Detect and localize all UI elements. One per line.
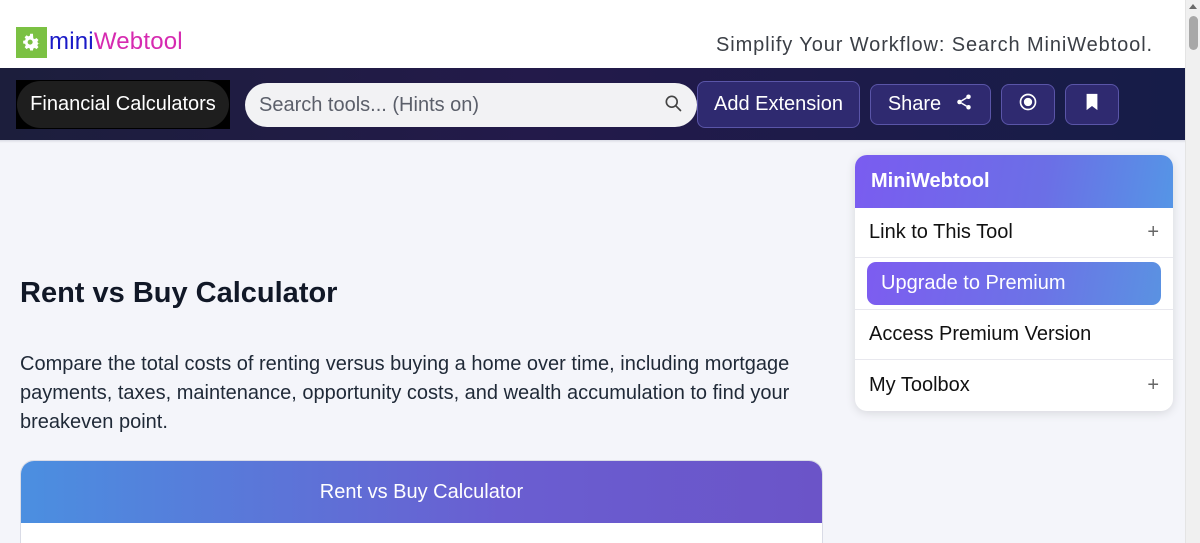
- nav-shadow: [0, 140, 1185, 143]
- page-scrollbar[interactable]: [1185, 0, 1200, 543]
- bookmark-icon: [1084, 93, 1100, 117]
- search-input[interactable]: [259, 93, 663, 117]
- sidebar-item-label: Access Premium Version: [869, 323, 1092, 345]
- calculator-header: Rent vs Buy Calculator: [21, 461, 822, 523]
- sidebar-item-upgrade-wrapper: Upgrade to Premium: [855, 258, 1173, 310]
- logo-text-mini: mini: [49, 28, 94, 55]
- search-box: [245, 83, 697, 127]
- logo-text-webtool: Webtool: [93, 28, 183, 55]
- site-logo[interactable]: miniWebtool: [16, 26, 183, 58]
- plus-icon[interactable]: +: [1147, 221, 1159, 244]
- sidebar-title: MiniWebtool: [855, 155, 1173, 208]
- share-icon: [955, 93, 973, 117]
- plus-icon[interactable]: +: [1147, 374, 1159, 397]
- category-button[interactable]: Financial Calculators: [17, 81, 229, 128]
- gear-icon: [16, 26, 47, 58]
- share-button-label: Share: [887, 93, 942, 115]
- upgrade-premium-button[interactable]: Upgrade to Premium: [867, 262, 1161, 305]
- nav-bar: Financial Calculators Add Extension Shar…: [0, 68, 1185, 140]
- sidebar-item-link-to-tool[interactable]: Link to This Tool +: [855, 208, 1173, 258]
- category-button-wrapper: Financial Calculators: [16, 80, 230, 129]
- share-button[interactable]: Share: [870, 84, 991, 125]
- sidebar-item-label: Link to This Tool: [869, 221, 1013, 243]
- bookmark-button[interactable]: [1065, 84, 1119, 125]
- logo-text: miniWebtool: [49, 28, 183, 56]
- page-title: Rent vs Buy Calculator: [20, 277, 338, 309]
- calculator-card: Rent vs Buy Calculator: [20, 460, 823, 543]
- sidebar-panel: MiniWebtool Link to This Tool + Upgrade …: [855, 155, 1173, 411]
- record-button[interactable]: [1001, 84, 1055, 125]
- record-icon: [1018, 92, 1038, 118]
- add-extension-button[interactable]: Add Extension: [697, 81, 860, 128]
- scroll-up-arrow-icon[interactable]: [1189, 4, 1197, 9]
- sidebar-item-access-premium[interactable]: Access Premium Version: [855, 310, 1173, 360]
- page-description: Compare the total costs of renting versu…: [20, 353, 790, 433]
- tagline: Simplify Your Workflow: Search MiniWebto…: [715, 34, 1153, 56]
- top-bar: miniWebtool Simplify Your Workflow: Sear…: [0, 0, 1185, 68]
- scrollbar-thumb[interactable]: [1189, 16, 1198, 50]
- search-icon[interactable]: [663, 93, 683, 118]
- sidebar-item-label: My Toolbox: [869, 373, 970, 396]
- sidebar-item-my-toolbox[interactable]: My Toolbox +: [855, 360, 1173, 410]
